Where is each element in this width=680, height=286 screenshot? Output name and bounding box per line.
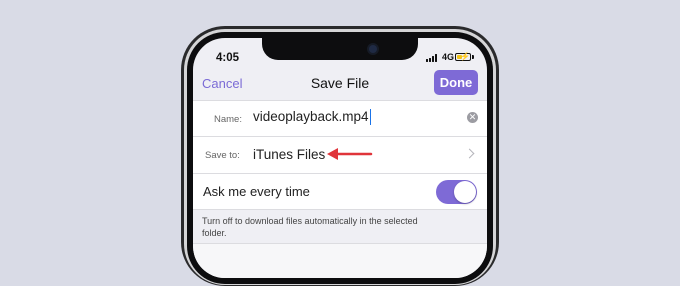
name-row[interactable]: Name: videoplayback.mp4 ✕ xyxy=(193,101,487,136)
text-cursor xyxy=(369,109,372,126)
signal-icon xyxy=(426,54,439,62)
empty-section xyxy=(193,244,487,278)
notch xyxy=(262,38,418,60)
done-button[interactable]: Done xyxy=(434,70,478,95)
clear-icon[interactable]: ✕ xyxy=(467,112,478,123)
ask-row: Ask me every time xyxy=(193,174,487,209)
save-to-value: iTunes Files xyxy=(253,147,326,162)
battery-icon: ⚡ xyxy=(455,52,471,61)
name-label: Name: xyxy=(214,114,242,125)
chevron-right-icon xyxy=(464,148,475,159)
footnote: Turn off to download files automatically… xyxy=(202,216,418,238)
save-to-label: Save to: xyxy=(205,150,240,161)
camera-icon xyxy=(369,45,377,53)
status-time: 4:05 xyxy=(216,52,240,64)
ask-toggle[interactable] xyxy=(436,180,477,204)
ask-label: Ask me every time xyxy=(203,184,310,199)
network-type: 4G xyxy=(442,52,455,62)
name-input[interactable]: videoplayback.mp4 xyxy=(253,109,372,126)
annotation-arrow-icon xyxy=(327,148,373,160)
